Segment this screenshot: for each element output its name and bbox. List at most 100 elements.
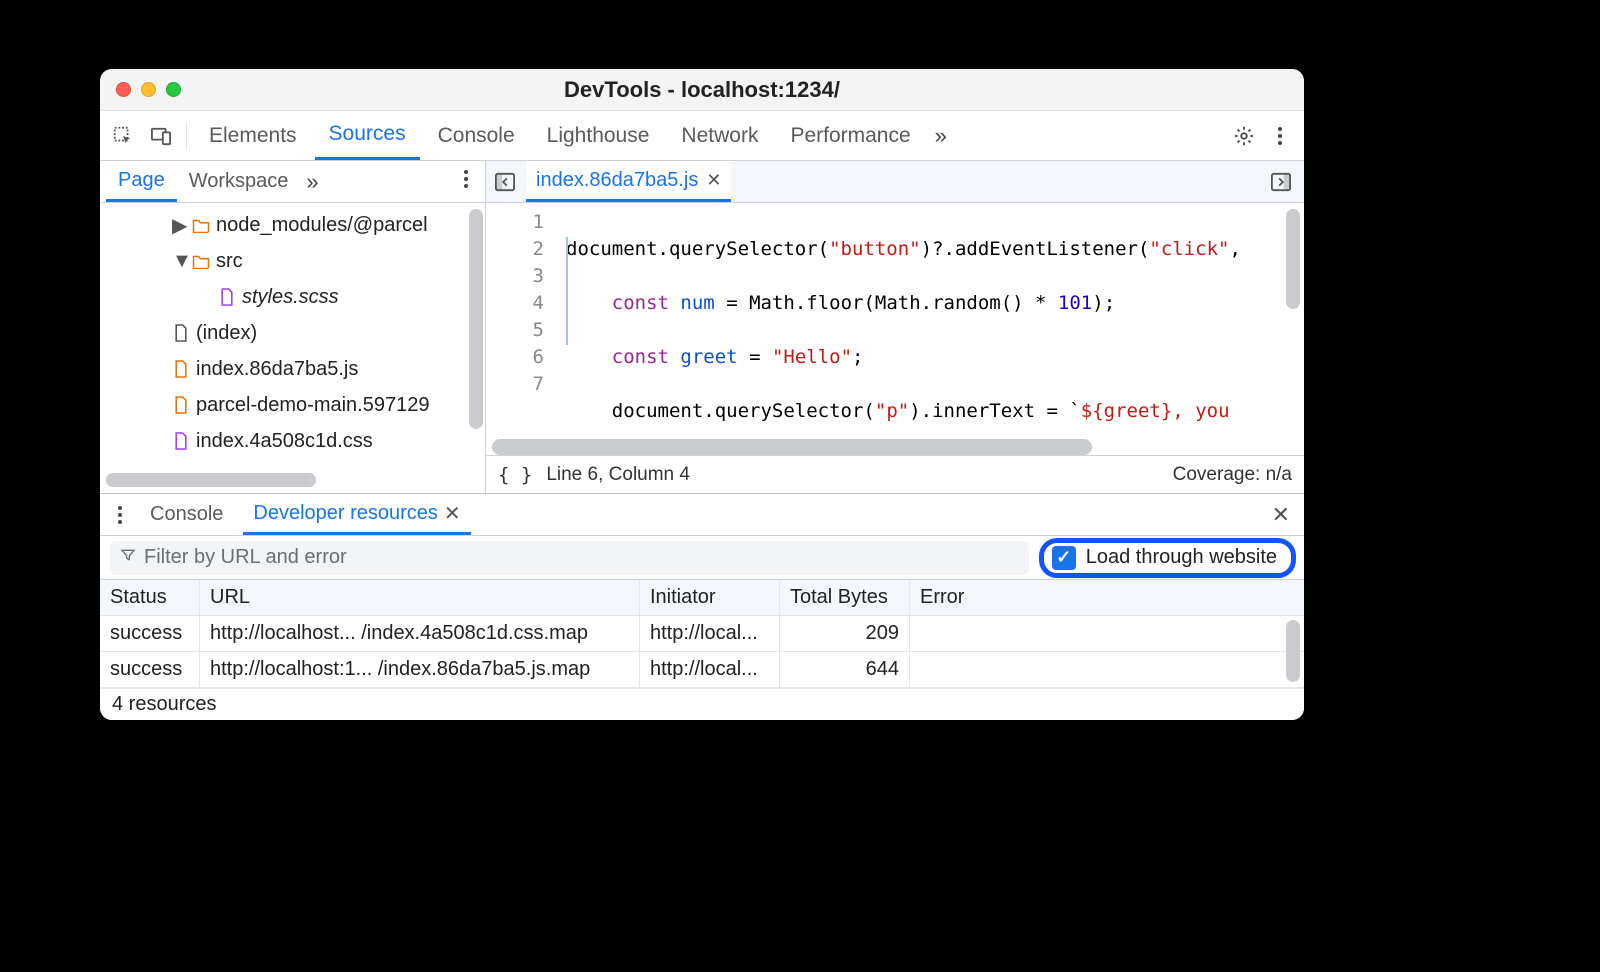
col-initiator[interactable]: Initiator	[640, 580, 780, 615]
editor-statusbar: { } Line 6, Column 4 Coverage: n/a	[486, 455, 1304, 493]
tree-caret-icon[interactable]: ▼	[172, 250, 186, 273]
navigator-menu-kebab-icon[interactable]	[463, 169, 469, 195]
show-debugger-icon[interactable]	[1266, 167, 1296, 197]
device-toolbar-icon[interactable]	[144, 119, 178, 153]
code-indent	[566, 292, 612, 314]
tab-console[interactable]: Console	[424, 111, 529, 160]
code-indent	[566, 400, 612, 422]
drawer-tab-developer-resources[interactable]: Developer resources ✕	[243, 494, 470, 535]
tree-item-label: src	[216, 250, 243, 273]
cell-error	[910, 616, 1304, 651]
file-outline-icon	[172, 322, 190, 344]
tree-row[interactable]: parcel-demo-main.597129	[100, 387, 485, 423]
navigator-tab-page[interactable]: Page	[106, 161, 177, 202]
drawer: Console Developer resources ✕ ✕ Filter b…	[100, 493, 1304, 720]
navigator-tabs: Page Workspace »	[100, 161, 485, 203]
editor-tabstrip: index.86da7ba5.js ✕	[486, 161, 1304, 203]
tree-item-label: node_modules/@parcel	[216, 214, 428, 237]
tree-item-label: parcel-demo-main.597129	[196, 394, 429, 417]
code-text: ;	[852, 346, 863, 368]
editor-vertical-scrollbar[interactable]	[1286, 209, 1300, 309]
code-string: "p"	[875, 400, 909, 422]
table-row[interactable]: successhttp://localhost:1... /index.86da…	[100, 652, 1304, 688]
tree-row[interactable]: (index)	[100, 315, 485, 351]
cursor-position: Line 6, Column 4	[546, 464, 690, 486]
tree-item-label: (index)	[196, 322, 257, 345]
file-purple-icon	[172, 430, 190, 452]
coverage-status: Coverage: n/a	[1173, 464, 1292, 486]
drawer-menu-kebab-icon[interactable]	[110, 505, 130, 525]
tree-caret-icon[interactable]: ▶	[172, 213, 186, 238]
inspect-element-icon[interactable]	[106, 119, 140, 153]
filter-placeholder: Filter by URL and error	[144, 546, 347, 569]
close-tab-icon[interactable]: ✕	[706, 170, 721, 191]
tree-row[interactable]: index.4a508c1d.css	[100, 423, 485, 459]
load-through-website-toggle[interactable]: ✓ Load through website	[1039, 538, 1296, 578]
tab-sources[interactable]: Sources	[315, 111, 420, 160]
editor-tab-label: index.86da7ba5.js	[536, 169, 698, 192]
drawer-tab-console[interactable]: Console	[140, 494, 233, 535]
code-text: document.querySelector(	[566, 238, 829, 260]
load-through-label: Load through website	[1086, 546, 1277, 569]
tree-vertical-scrollbar[interactable]	[469, 209, 483, 429]
code-text: =	[738, 346, 772, 368]
file-orange-icon	[172, 358, 190, 380]
separator	[186, 122, 187, 150]
resource-count: 4 resources	[112, 693, 217, 716]
tree-row[interactable]: ▼ src	[100, 243, 485, 279]
code-indent	[566, 346, 612, 368]
editor-horizontal-scrollbar[interactable]	[492, 439, 1298, 455]
cell-url: http://localhost... /index.4a508c1d.css.…	[200, 616, 640, 651]
col-total-bytes[interactable]: Total Bytes	[780, 580, 910, 615]
cell-initiator: http://local...	[640, 652, 780, 687]
checkbox-checked-icon[interactable]: ✓	[1052, 546, 1076, 570]
cell-bytes: 644	[780, 652, 910, 687]
col-error[interactable]: Error	[910, 580, 1304, 615]
filter-input[interactable]: Filter by URL and error	[110, 541, 1029, 575]
body: Page Workspace » ▶ node_modules/@parcel ▼ s…	[100, 161, 1304, 493]
close-drawer-icon[interactable]: ✕	[1268, 502, 1294, 528]
close-drawer-tab-icon[interactable]: ✕	[444, 501, 461, 526]
navigator-tab-workspace[interactable]: Workspace	[177, 161, 301, 202]
code-var: num	[680, 292, 714, 314]
col-status[interactable]: Status	[100, 580, 200, 615]
code-template: ${greet}	[1081, 400, 1173, 422]
tab-lighthouse[interactable]: Lighthouse	[533, 111, 664, 160]
tree-row[interactable]: styles.scss	[100, 279, 485, 315]
table-header-row: Status URL Initiator Total Bytes Error	[100, 580, 1304, 616]
tab-elements[interactable]: Elements	[195, 111, 311, 160]
tree-item-label: index.86da7ba5.js	[196, 358, 358, 381]
col-url[interactable]: URL	[200, 580, 640, 615]
code-keyword: const	[612, 346, 669, 368]
tree-horizontal-scrollbar[interactable]	[106, 473, 479, 487]
pretty-print-icon[interactable]: { }	[498, 464, 532, 486]
navigator-more-tabs[interactable]: »	[306, 169, 318, 195]
show-navigator-icon[interactable]	[490, 167, 520, 197]
more-tabs-button[interactable]: »	[935, 123, 947, 149]
code-text: );	[1092, 292, 1115, 314]
code-text: = Math.floor(Math.random() *	[715, 292, 1058, 314]
drawer-toolbar: Filter by URL and error ✓ Load through w…	[100, 536, 1304, 580]
code-editor[interactable]: 1234567 document.querySelector("button")…	[486, 203, 1304, 439]
tab-network[interactable]: Network	[667, 111, 772, 160]
code-string: "click"	[1149, 238, 1229, 260]
main-menu-kebab-icon[interactable]	[1264, 119, 1296, 153]
cell-error	[910, 652, 1304, 687]
titlebar: DevTools - localhost:1234/	[100, 69, 1304, 111]
drawer-vertical-scrollbar[interactable]	[1286, 620, 1300, 682]
code-string: "Hello"	[772, 346, 852, 368]
drawer-tabs: Console Developer resources ✕ ✕	[100, 494, 1304, 536]
tree-row[interactable]: index.86da7ba5.js	[100, 351, 485, 387]
tab-performance[interactable]: Performance	[776, 111, 924, 160]
cell-url: http://localhost:1... /index.86da7ba5.js…	[200, 652, 640, 687]
editor-tab[interactable]: index.86da7ba5.js ✕	[526, 161, 731, 202]
filter-icon	[120, 546, 136, 569]
file-orange-icon	[172, 394, 190, 416]
tree-row[interactable]: ▶ node_modules/@parcel	[100, 207, 485, 243]
settings-gear-icon[interactable]	[1228, 119, 1260, 153]
table-row[interactable]: successhttp://localhost... /index.4a508c…	[100, 616, 1304, 652]
file-tree[interactable]: ▶ node_modules/@parcel ▼ src styles.scss (ind…	[100, 203, 485, 469]
line-gutter: 1234567	[486, 203, 556, 439]
drawer-tab-label: Developer resources	[253, 502, 438, 525]
cell-bytes: 209	[780, 616, 910, 651]
